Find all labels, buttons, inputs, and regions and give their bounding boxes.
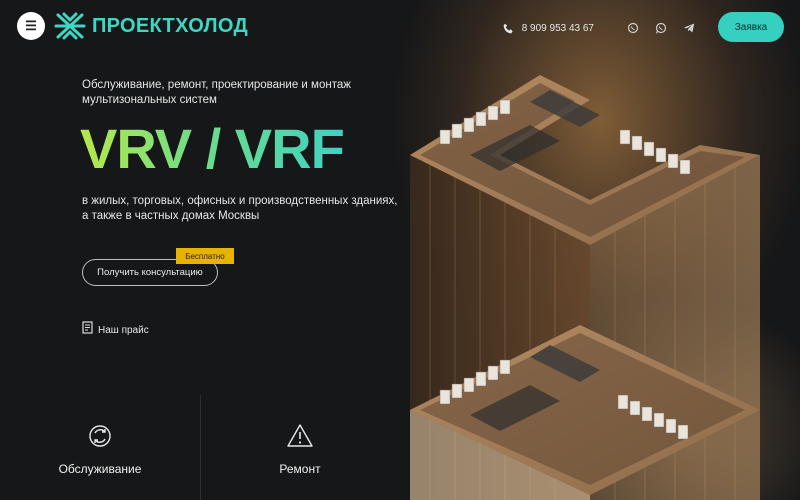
hero-subtitle: Обслуживание, ремонт, проектирование и м… — [82, 79, 351, 106]
refresh-cycle-icon — [86, 422, 114, 450]
service-card-label: Обслуживание — [58, 462, 142, 476]
hero-description: в жилых, торговых, офисных и производств… — [82, 195, 398, 222]
viber-icon[interactable] — [626, 21, 640, 35]
menu-button[interactable]: ☰ — [17, 12, 45, 40]
hero-title: VRV / VRF — [80, 117, 345, 180]
document-icon — [82, 321, 93, 339]
service-card-maintenance[interactable]: Обслуживание — [40, 422, 160, 476]
whatsapp-icon[interactable] — [654, 21, 668, 35]
hamburger-icon: ☰ — [25, 18, 37, 33]
warning-triangle-icon — [286, 422, 314, 450]
price-list-label: Наш прайс — [98, 324, 149, 336]
building-illustration — [410, 75, 760, 500]
price-list-link[interactable]: Наш прайс — [82, 321, 149, 339]
request-button[interactable]: Заявка — [718, 12, 784, 42]
logo[interactable]: ПРОЕКТХОЛОД — [54, 11, 248, 41]
service-card-label: Ремонт — [279, 462, 321, 476]
contacts: 8 909 953 43 67 — [502, 20, 696, 36]
telegram-icon[interactable] — [682, 21, 696, 35]
phone-number[interactable]: 8 909 953 43 67 — [522, 23, 594, 34]
logo-text: ПРОЕКТХОЛОД — [92, 14, 249, 37]
service-card-repair[interactable]: Ремонт — [240, 422, 360, 476]
phone-icon — [502, 21, 516, 35]
free-badge: Бесплатно — [176, 248, 234, 264]
card-divider — [200, 395, 201, 500]
snowflake-icon — [54, 12, 86, 40]
site-header: ☰ ПРОЕКТХОЛОД 8 909 953 43 67 Заявка — [0, 0, 800, 56]
